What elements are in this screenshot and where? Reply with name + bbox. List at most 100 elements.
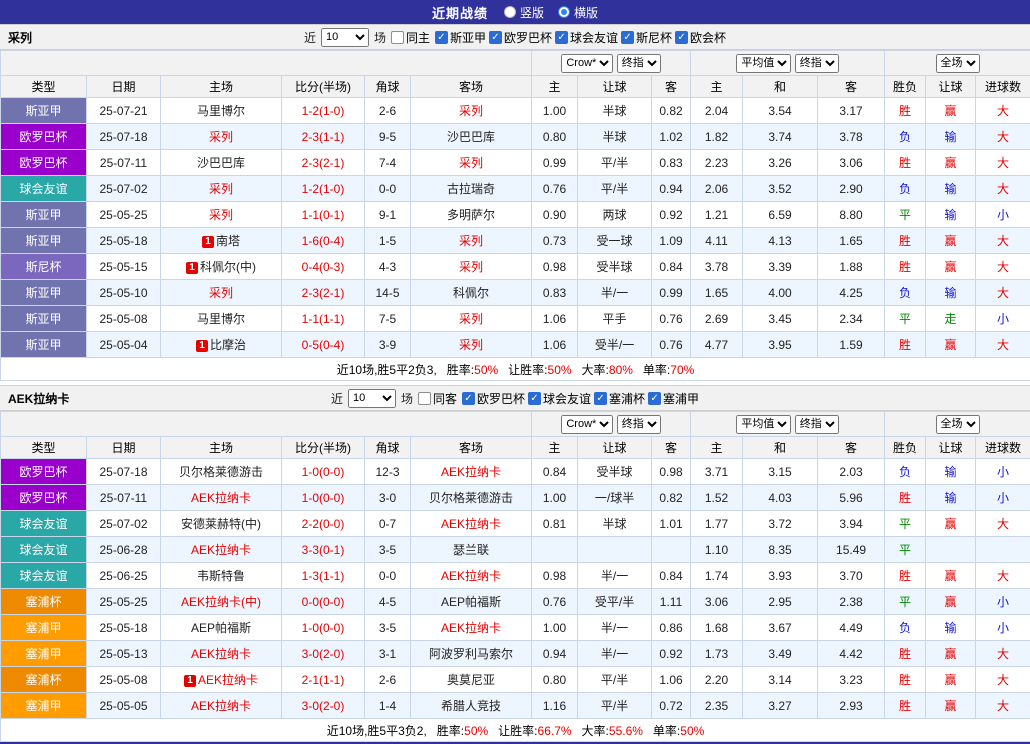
avg-odds-draw: 4.00 [743,280,818,306]
home-team[interactable]: AEK拉纳卡 [161,485,282,511]
odds-company-select[interactable]: Crow* [561,415,613,434]
avg-select[interactable]: 平均值 [736,415,791,434]
away-team[interactable]: 采列 [411,332,532,358]
avg-odds-draw: 3.95 [743,332,818,358]
away-team[interactable]: AEP帕福斯 [411,589,532,615]
home-team[interactable]: 1科佩尔(中) [161,254,282,280]
away-team[interactable]: 希腊人竞技 [411,693,532,719]
away-team-label: 采列 [459,104,483,118]
checkbox-icon[interactable]: ✓ [648,392,661,405]
away-team[interactable]: 采列 [411,254,532,280]
home-team[interactable]: 采列 [161,202,282,228]
away-team[interactable]: 沙巴巴库 [411,124,532,150]
handicap-odds-home: 0.76 [532,589,578,615]
avg-odds-away: 3.06 [818,150,885,176]
league-filter[interactable]: ✓球会友谊 [528,390,591,407]
away-team[interactable]: AEK拉纳卡 [411,563,532,589]
away-team[interactable]: 科佩尔 [411,280,532,306]
match-count-select[interactable]: 10 [321,28,369,47]
same-venue-filter[interactable]: 同主 [391,29,430,46]
league-filter[interactable]: ✓塞浦杯 [594,390,645,407]
view-mode-radio-0[interactable]: 竖版 [504,4,544,21]
home-team[interactable]: 1比摩治 [161,332,282,358]
home-team[interactable]: 安德莱赫特(中) [161,511,282,537]
home-team[interactable]: 马里博尔 [161,306,282,332]
home-team[interactable]: 1南塔 [161,228,282,254]
home-team[interactable]: AEP帕福斯 [161,615,282,641]
league-filter[interactable]: ✓欧会杯 [675,29,726,46]
away-team[interactable]: 采列 [411,98,532,124]
away-team[interactable]: 采列 [411,228,532,254]
home-team[interactable]: 采列 [161,176,282,202]
scope-controls: 全场 [885,51,1030,76]
match-date: 25-05-18 [87,228,161,254]
match-row: 欧罗巴杯 25-07-18 贝尔格莱德游击 1-0(0-0) 12-3 AEK拉… [1,459,1030,485]
home-team[interactable]: 贝尔格莱德游击 [161,459,282,485]
away-team[interactable]: 采列 [411,150,532,176]
scope-select[interactable]: 全场 [936,54,980,73]
away-team-label: 古拉瑞奇 [447,182,495,196]
avg-stage-select[interactable]: 终指 [795,54,839,73]
avg-odds-away: 4.42 [818,641,885,667]
handicap-odds-away: 1.11 [652,589,691,615]
handicap-odds-away: 0.92 [652,202,691,228]
same-venue-filter[interactable]: 同客 [418,390,457,407]
checkbox-icon[interactable] [391,31,404,44]
home-team[interactable]: AEK拉纳卡 [161,537,282,563]
view-mode-radios: 竖版横版 [504,4,598,21]
checkbox-icon[interactable]: ✓ [462,392,475,405]
radio-icon[interactable] [504,6,516,18]
away-team[interactable]: AEK拉纳卡 [411,615,532,641]
match-date: 25-05-13 [87,641,161,667]
league-filter[interactable]: ✓欧罗巴杯 [462,390,525,407]
home-team[interactable]: 采列 [161,280,282,306]
away-team[interactable]: 阿波罗利马索尔 [411,641,532,667]
checkbox-icon[interactable]: ✓ [528,392,541,405]
away-team[interactable]: AEK拉纳卡 [411,511,532,537]
league-filter-label: 塞浦杯 [609,390,645,407]
odds-stage-select[interactable]: 终指 [617,415,661,434]
away-team[interactable]: 瑟兰联 [411,537,532,563]
result-cell: 胜 [885,485,926,511]
checkbox-icon[interactable]: ✓ [489,31,502,44]
league-filter[interactable]: ✓斯尼杯 [621,29,672,46]
home-team[interactable]: AEK拉纳卡 [161,641,282,667]
league-filter[interactable]: ✓塞浦甲 [648,390,699,407]
home-team[interactable]: 韦斯特鲁 [161,563,282,589]
home-team[interactable]: 采列 [161,124,282,150]
handicap-line: 一/球半 [578,485,652,511]
home-team[interactable]: 马里博尔 [161,98,282,124]
home-team[interactable]: AEK拉纳卡 [161,693,282,719]
away-team[interactable]: 奥莫尼亚 [411,667,532,693]
column-header: 客 [652,437,691,459]
column-header: 客场 [411,76,532,98]
league-filter[interactable]: ✓欧罗巴杯 [489,29,552,46]
match-count-select[interactable]: 10 [348,389,396,408]
checkbox-icon[interactable]: ✓ [435,31,448,44]
league-filter[interactable]: ✓斯亚甲 [435,29,486,46]
checkbox-icon[interactable]: ✓ [555,31,568,44]
corner-score: 1-5 [365,228,411,254]
home-team[interactable]: 沙巴巴库 [161,150,282,176]
avg-select[interactable]: 平均值 [736,54,791,73]
home-team[interactable]: 1AEK拉纳卡 [161,667,282,693]
away-team[interactable]: 多明萨尔 [411,202,532,228]
away-team[interactable]: 采列 [411,306,532,332]
league-filter[interactable]: ✓球会友谊 [555,29,618,46]
radio-icon[interactable] [558,6,570,18]
odds-company-select[interactable]: Crow* [561,54,613,73]
away-team[interactable]: 贝尔格莱德游击 [411,485,532,511]
odds-stage-select[interactable]: 终指 [617,54,661,73]
checkbox-icon[interactable]: ✓ [621,31,634,44]
checkbox-icon[interactable]: ✓ [675,31,688,44]
handicap-result-cell: 输 [926,615,976,641]
away-team[interactable]: 古拉瑞奇 [411,176,532,202]
avg-stage-select[interactable]: 终指 [795,415,839,434]
away-team[interactable]: AEK拉纳卡 [411,459,532,485]
handicap-line: 两球 [578,202,652,228]
home-team[interactable]: AEK拉纳卡(中) [161,589,282,615]
view-mode-radio-1[interactable]: 横版 [558,4,598,21]
checkbox-icon[interactable] [418,392,431,405]
scope-select[interactable]: 全场 [936,415,980,434]
checkbox-icon[interactable]: ✓ [594,392,607,405]
